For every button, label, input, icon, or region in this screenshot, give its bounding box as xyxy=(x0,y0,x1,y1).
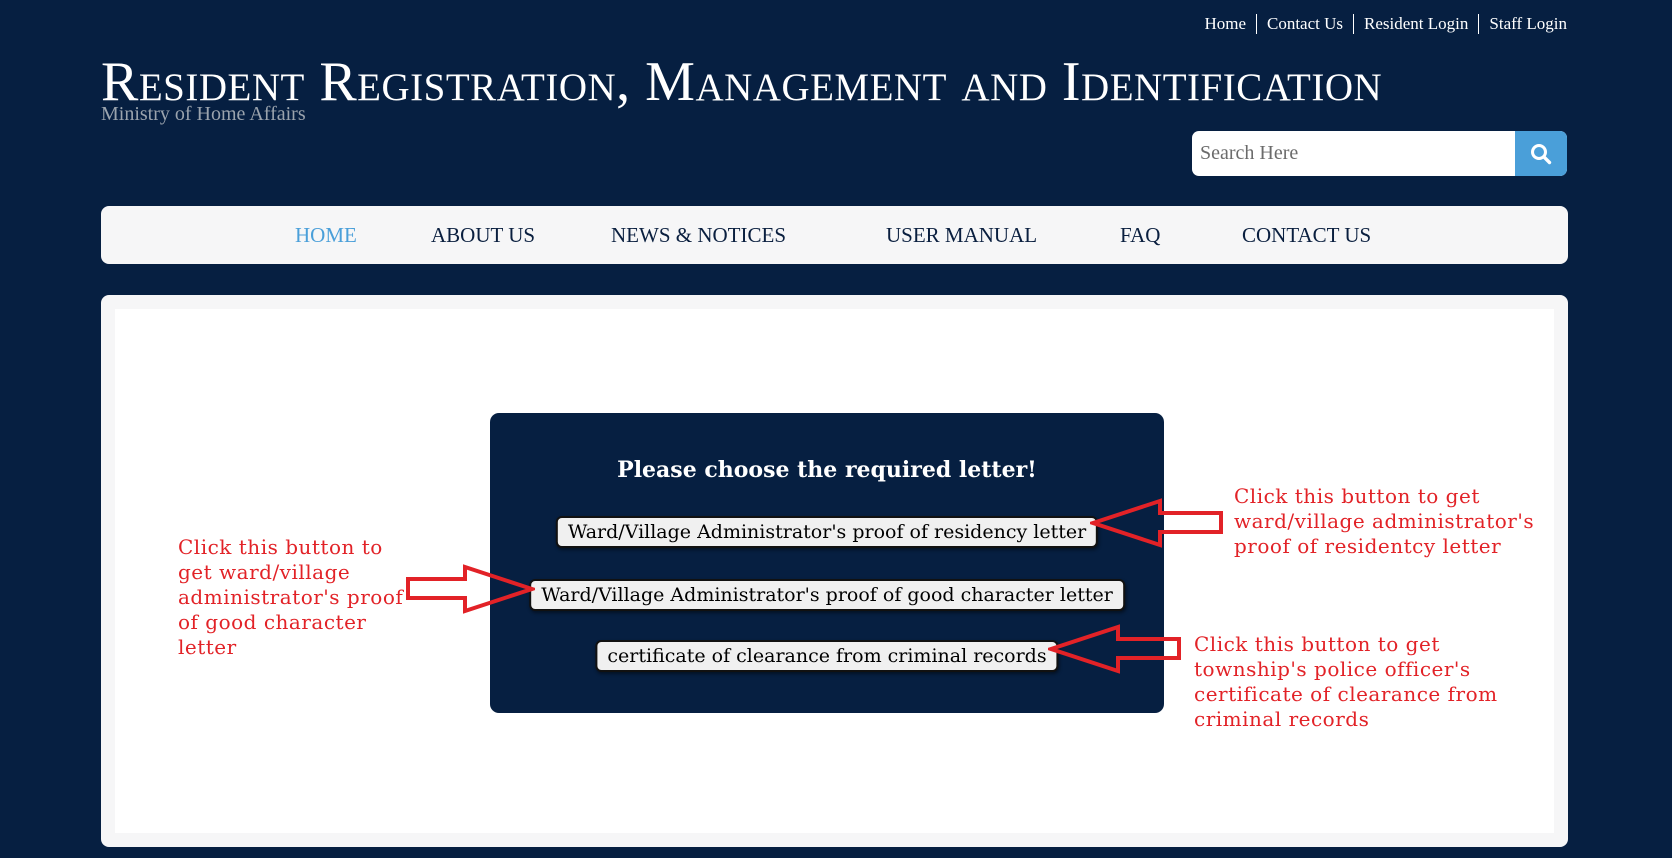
nav-contact-us[interactable]: CONTACT US xyxy=(1242,206,1371,264)
search-box xyxy=(1192,131,1567,176)
top-links: Home Contact Us Resident Login Staff Log… xyxy=(1194,14,1567,34)
nav-user-manual[interactable]: USER MANUAL xyxy=(886,206,1037,264)
top-link-contact-us[interactable]: Contact Us xyxy=(1256,14,1353,34)
site-subtitle: Ministry of Home Affairs xyxy=(101,103,306,125)
nav-home[interactable]: HOME xyxy=(295,206,357,264)
nav-faq[interactable]: FAQ xyxy=(1120,206,1160,264)
annotation-good-character: Click this button to get ward/village ad… xyxy=(178,535,404,659)
criminal-clearance-button[interactable]: certificate of clearance from criminal r… xyxy=(595,640,1059,672)
top-link-resident-login[interactable]: Resident Login xyxy=(1353,14,1478,34)
search-icon xyxy=(1531,143,1552,164)
arrow-right-icon xyxy=(406,564,535,614)
top-link-staff-login[interactable]: Staff Login xyxy=(1478,14,1567,34)
arrow-left-icon xyxy=(1048,624,1181,674)
search-input[interactable] xyxy=(1192,131,1515,176)
search-button[interactable] xyxy=(1515,131,1567,176)
main-nav: HOME ABOUT US NEWS & NOTICES USER MANUAL… xyxy=(101,206,1568,264)
top-link-home[interactable]: Home xyxy=(1194,14,1256,34)
arrow-left-icon xyxy=(1090,498,1223,548)
residency-letter-button[interactable]: Ward/Village Administrator's proof of re… xyxy=(555,516,1099,548)
good-character-letter-button[interactable]: Ward/Village Administrator's proof of go… xyxy=(529,579,1125,611)
annotation-criminal-clearance: Click this button to get township's poli… xyxy=(1194,632,1498,731)
nav-news-notices[interactable]: NEWS & NOTICES xyxy=(611,206,786,264)
dialog-title: Please choose the required letter! xyxy=(617,457,1037,483)
nav-about-us[interactable]: ABOUT US xyxy=(431,206,535,264)
annotation-residency: Click this button to get ward/village ad… xyxy=(1234,484,1535,558)
